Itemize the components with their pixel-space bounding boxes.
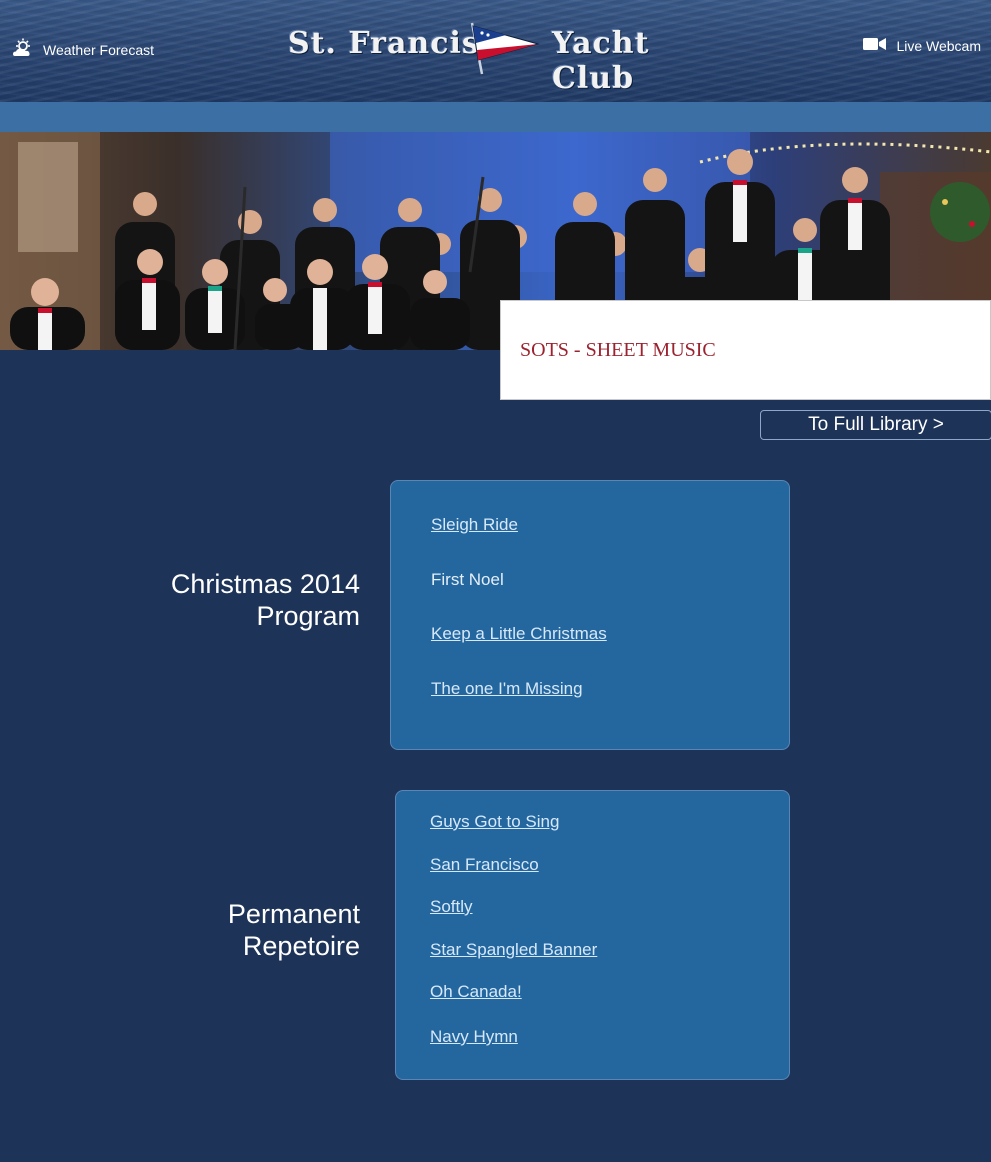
- header-band: [0, 102, 991, 132]
- full-library-button[interactable]: To Full Library >: [760, 410, 991, 440]
- song-link-the-one-im-missing[interactable]: The one I'm Missing: [431, 679, 583, 699]
- song-link-softly[interactable]: Softly: [430, 897, 473, 917]
- weather-forecast-label: Weather Forecast: [43, 41, 155, 58]
- section-label-permanent: Permanent Repetoire: [30, 898, 360, 962]
- weather-forecast-link[interactable]: Weather Forecast: [12, 38, 154, 61]
- live-webcam-link[interactable]: Live Webcam: [863, 37, 981, 54]
- song-link-star-spangled-banner[interactable]: Star Spangled Banner: [430, 940, 597, 960]
- weather-icon: [12, 38, 34, 61]
- club-logo[interactable]: St. Francis Yacht Club: [288, 18, 708, 96]
- song-link-guys-got-to-sing[interactable]: Guys Got to Sing: [430, 812, 559, 832]
- song-link-sleigh-ride[interactable]: Sleigh Ride: [431, 515, 518, 535]
- site-header: Weather Forecast St. Francis Yacht Club …: [0, 0, 991, 102]
- song-link-san-francisco[interactable]: San Francisco: [430, 855, 539, 875]
- page-title-box: SOTS - SHEET MUSIC: [500, 300, 991, 400]
- page-title: SOTS - SHEET MUSIC: [520, 339, 716, 361]
- section-label-christmas: Christmas 2014 Program: [30, 568, 360, 632]
- brand-name-right: Yacht Club: [552, 26, 650, 96]
- song-link-keep-a-little-christmas[interactable]: Keep a Little Christmas: [431, 624, 607, 644]
- song-link-oh-canada[interactable]: Oh Canada!: [430, 982, 522, 1002]
- section-label-line: Christmas 2014: [170, 569, 360, 599]
- song-title-first-noel: First Noel: [431, 570, 504, 589]
- song-link-navy-hymn[interactable]: Navy Hymn: [430, 1027, 518, 1047]
- section-label-line: Permanent: [227, 899, 360, 929]
- burgee-flag-icon: [468, 20, 544, 81]
- brand-name-left: St. Francis: [288, 26, 480, 61]
- permanent-song-list: Guys Got to Sing San Francisco Softly St…: [395, 790, 790, 1080]
- section-label-line: Program: [256, 601, 360, 631]
- section-label-line: Repetoire: [242, 931, 360, 961]
- live-webcam-label: Live Webcam: [896, 37, 981, 54]
- video-camera-icon: [863, 37, 887, 54]
- christmas-song-list: Sleigh Ride First Noel Keep a Little Chr…: [390, 480, 790, 750]
